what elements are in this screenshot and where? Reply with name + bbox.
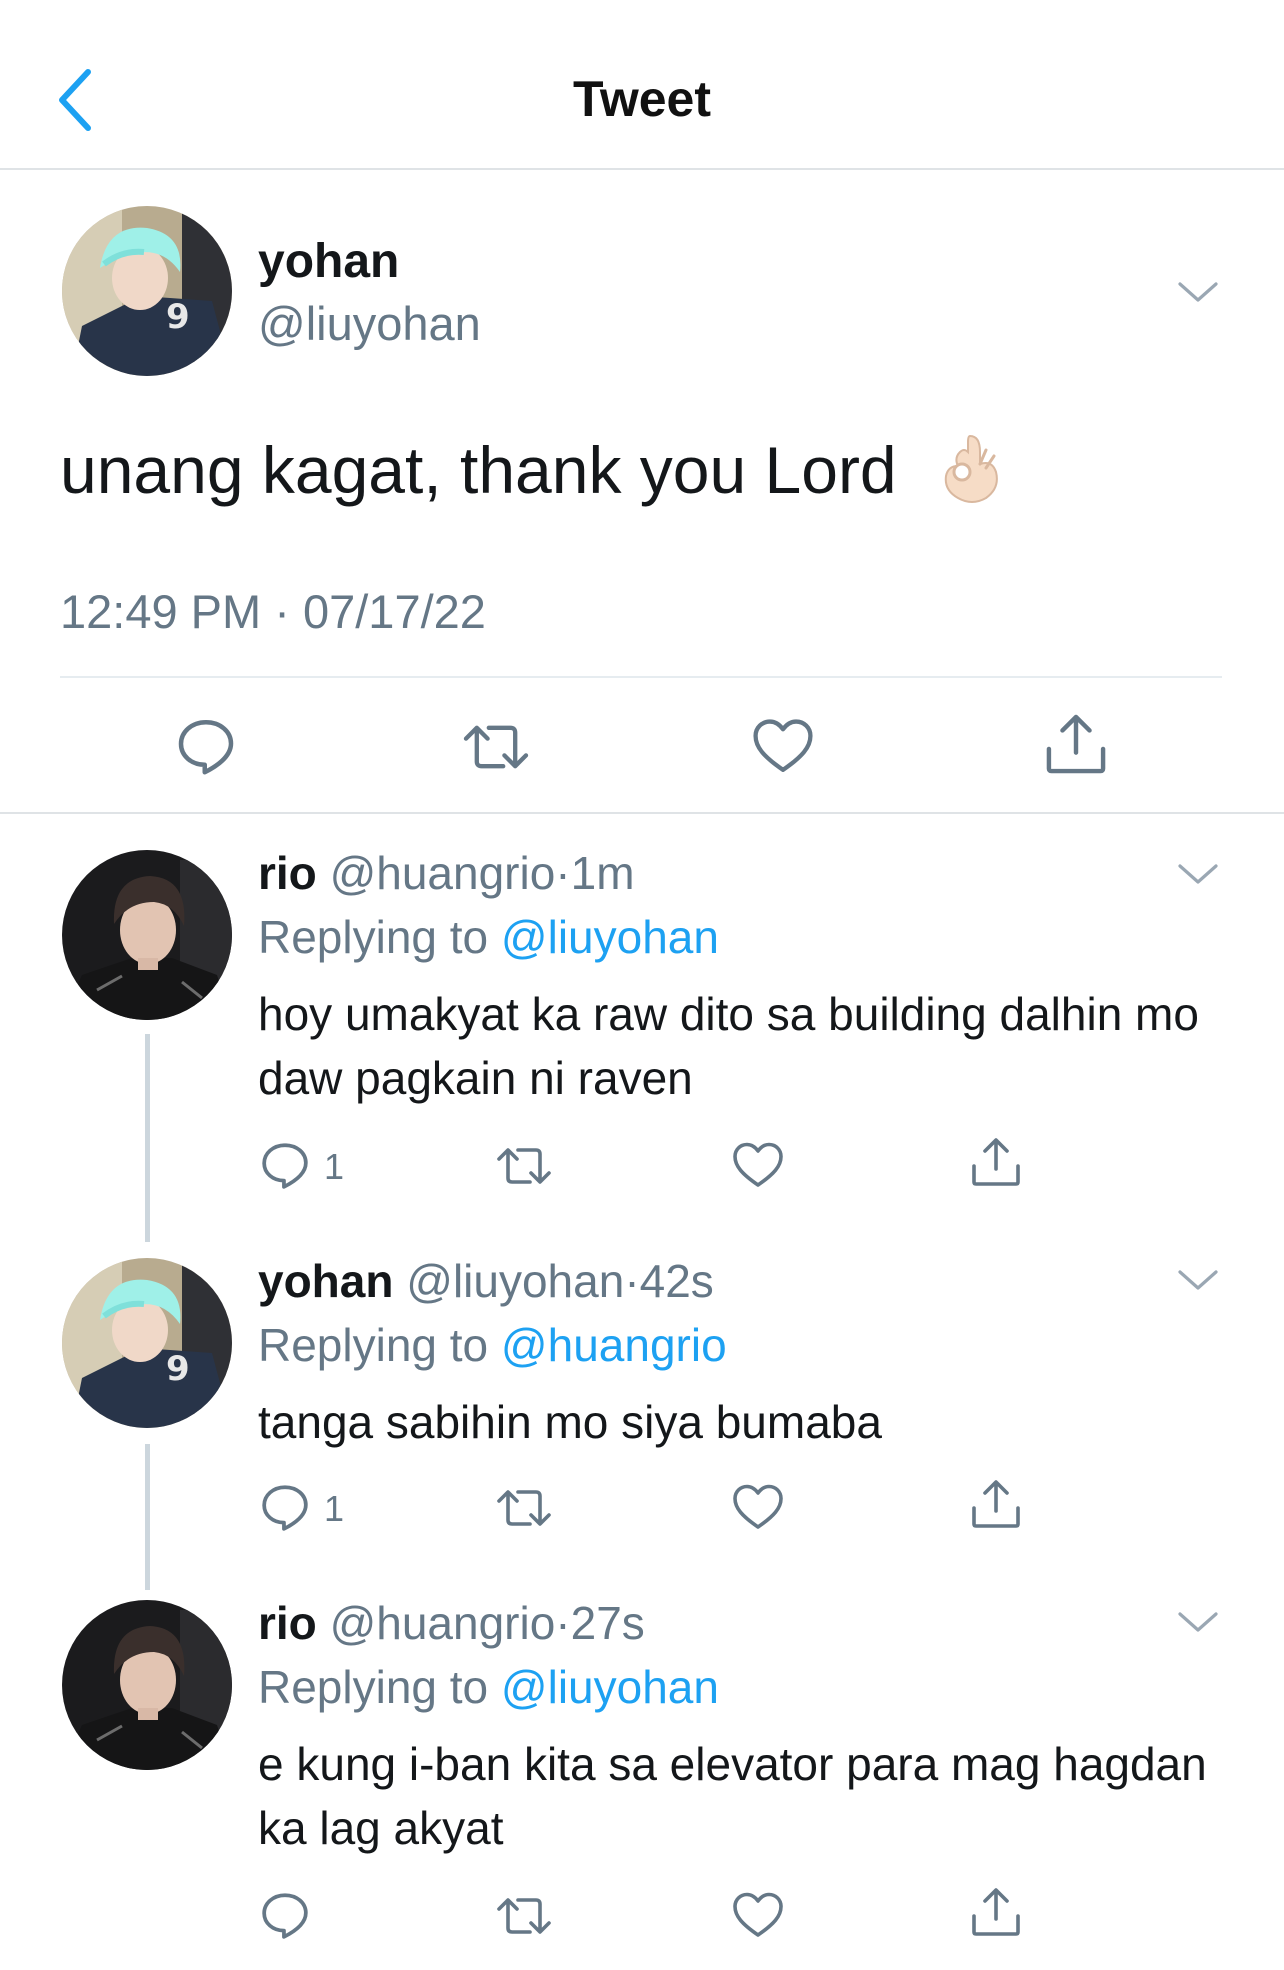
tweet-author-name[interactable]: yohan: [258, 234, 399, 289]
replying-to: Replying to @liuyohan: [258, 1660, 719, 1714]
divider: [60, 676, 1222, 678]
thread-connector: [145, 1444, 150, 1590]
top-bar: Tweet: [0, 0, 1284, 170]
reply-header: rio @huangrio·27s: [258, 1596, 645, 1650]
avatar-rio[interactable]: [62, 850, 232, 1020]
reply-count: 1: [324, 1146, 345, 1187]
reply-author-handle[interactable]: @huangrio: [330, 847, 556, 899]
retweet-icon[interactable]: [460, 718, 532, 776]
share-icon[interactable]: [970, 1136, 1022, 1188]
reply-author-handle[interactable]: @liuyohan: [406, 1255, 624, 1307]
like-icon[interactable]: [732, 1890, 784, 1940]
ok-hand-emoji-icon: [934, 430, 1004, 504]
like-icon[interactable]: [732, 1482, 784, 1532]
reply-menu-chevron-icon[interactable]: [1176, 860, 1220, 888]
retweet-icon[interactable]: [494, 1892, 554, 1940]
reply-icon[interactable]: [260, 1482, 310, 1532]
replying-to-label: Replying to: [258, 1661, 489, 1713]
avatar-rio[interactable]: [62, 1600, 232, 1770]
replying-to-link[interactable]: @liuyohan: [501, 911, 719, 963]
reply-icon[interactable]: [260, 1890, 310, 1940]
thread-connector: [145, 1034, 150, 1242]
avatar-yohan[interactable]: [62, 206, 232, 376]
tweet-time: 12:49 PM: [60, 585, 262, 638]
replying-to-label: Replying to: [258, 911, 489, 963]
reply-time: 1m: [570, 847, 635, 899]
reply-author-name[interactable]: rio: [258, 1597, 317, 1649]
reply-text: tanga sabihin mo siya bumaba: [258, 1396, 882, 1448]
replying-to: Replying to @huangrio: [258, 1318, 727, 1372]
meta-separator: ·: [274, 585, 290, 638]
reply-count: 1: [324, 1488, 345, 1529]
tweet-menu-chevron-icon[interactable]: [1176, 278, 1220, 306]
reply-icon[interactable]: [260, 1140, 310, 1190]
tweet-timestamp: 12:49 PM · 07/17/22: [60, 584, 486, 639]
reply-text: e kung i-ban kita sa elevator para mag h…: [258, 1738, 1207, 1854]
reply-menu-chevron-icon[interactable]: [1176, 1266, 1220, 1294]
replying-to: Replying to @liuyohan: [258, 910, 719, 964]
reply-icon[interactable]: [176, 716, 236, 776]
reply-author-name[interactable]: rio: [258, 847, 317, 899]
reply-time: 42s: [639, 1255, 714, 1307]
share-icon[interactable]: [1044, 712, 1108, 776]
tweet-author-handle[interactable]: @liuyohan: [258, 296, 481, 351]
replying-to-link[interactable]: @liuyohan: [501, 1661, 719, 1713]
share-icon[interactable]: [970, 1478, 1022, 1530]
retweet-icon[interactable]: [494, 1484, 554, 1532]
divider: [0, 812, 1284, 814]
reply-author-name[interactable]: yohan: [258, 1255, 393, 1307]
meta-separator: ·: [624, 1255, 640, 1307]
page-title: Tweet: [573, 71, 711, 127]
replying-to-label: Replying to: [258, 1319, 489, 1371]
reply-author-handle[interactable]: @huangrio: [330, 1597, 556, 1649]
reply-text: hoy umakyat ka raw dito sa building dalh…: [258, 988, 1199, 1104]
avatar-yohan[interactable]: [62, 1258, 232, 1428]
retweet-icon[interactable]: [494, 1142, 554, 1190]
share-icon[interactable]: [970, 1886, 1022, 1938]
like-icon[interactable]: [732, 1140, 784, 1190]
meta-separator: ·: [555, 847, 571, 899]
reply-menu-chevron-icon[interactable]: [1176, 1608, 1220, 1636]
reply-time: 27s: [570, 1597, 645, 1649]
like-icon[interactable]: [752, 716, 814, 776]
meta-separator: ·: [555, 1597, 571, 1649]
reply-header: rio @huangrio·1m: [258, 846, 635, 900]
tweet-text: unang kagat, thank you Lord: [60, 433, 897, 507]
reply-header: yohan @liuyohan·42s: [258, 1254, 714, 1308]
replying-to-link[interactable]: @huangrio: [501, 1319, 727, 1371]
tweet-date: 07/17/22: [302, 585, 486, 638]
